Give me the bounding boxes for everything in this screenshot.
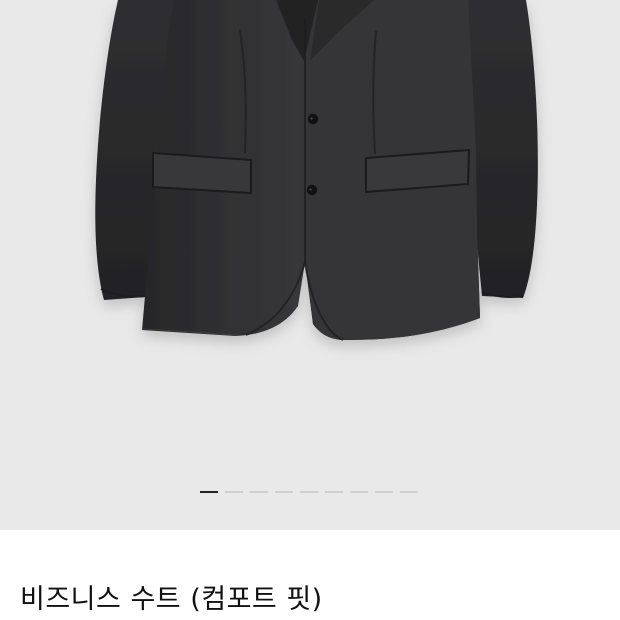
pager-dash-9[interactable] (400, 491, 418, 493)
product-screen: 비즈니스 수트 (컴포트 핏) (0, 0, 620, 620)
pager-dash-8[interactable] (375, 491, 393, 493)
suit-jacket-photo (95, 0, 538, 341)
image-pager[interactable] (200, 490, 418, 494)
pager-dash-7[interactable] (350, 491, 368, 493)
pager-dash-5[interactable] (300, 491, 318, 493)
product-image-gallery[interactable] (0, 0, 620, 530)
pager-dash-6[interactable] (325, 491, 343, 493)
product-title: 비즈니스 수트 (컴포트 핏) (20, 584, 323, 615)
pager-dash-3[interactable] (250, 491, 268, 493)
pager-dash-1[interactable] (200, 491, 218, 493)
pager-dash-4[interactable] (275, 491, 293, 493)
pager-dash-2[interactable] (225, 491, 243, 493)
